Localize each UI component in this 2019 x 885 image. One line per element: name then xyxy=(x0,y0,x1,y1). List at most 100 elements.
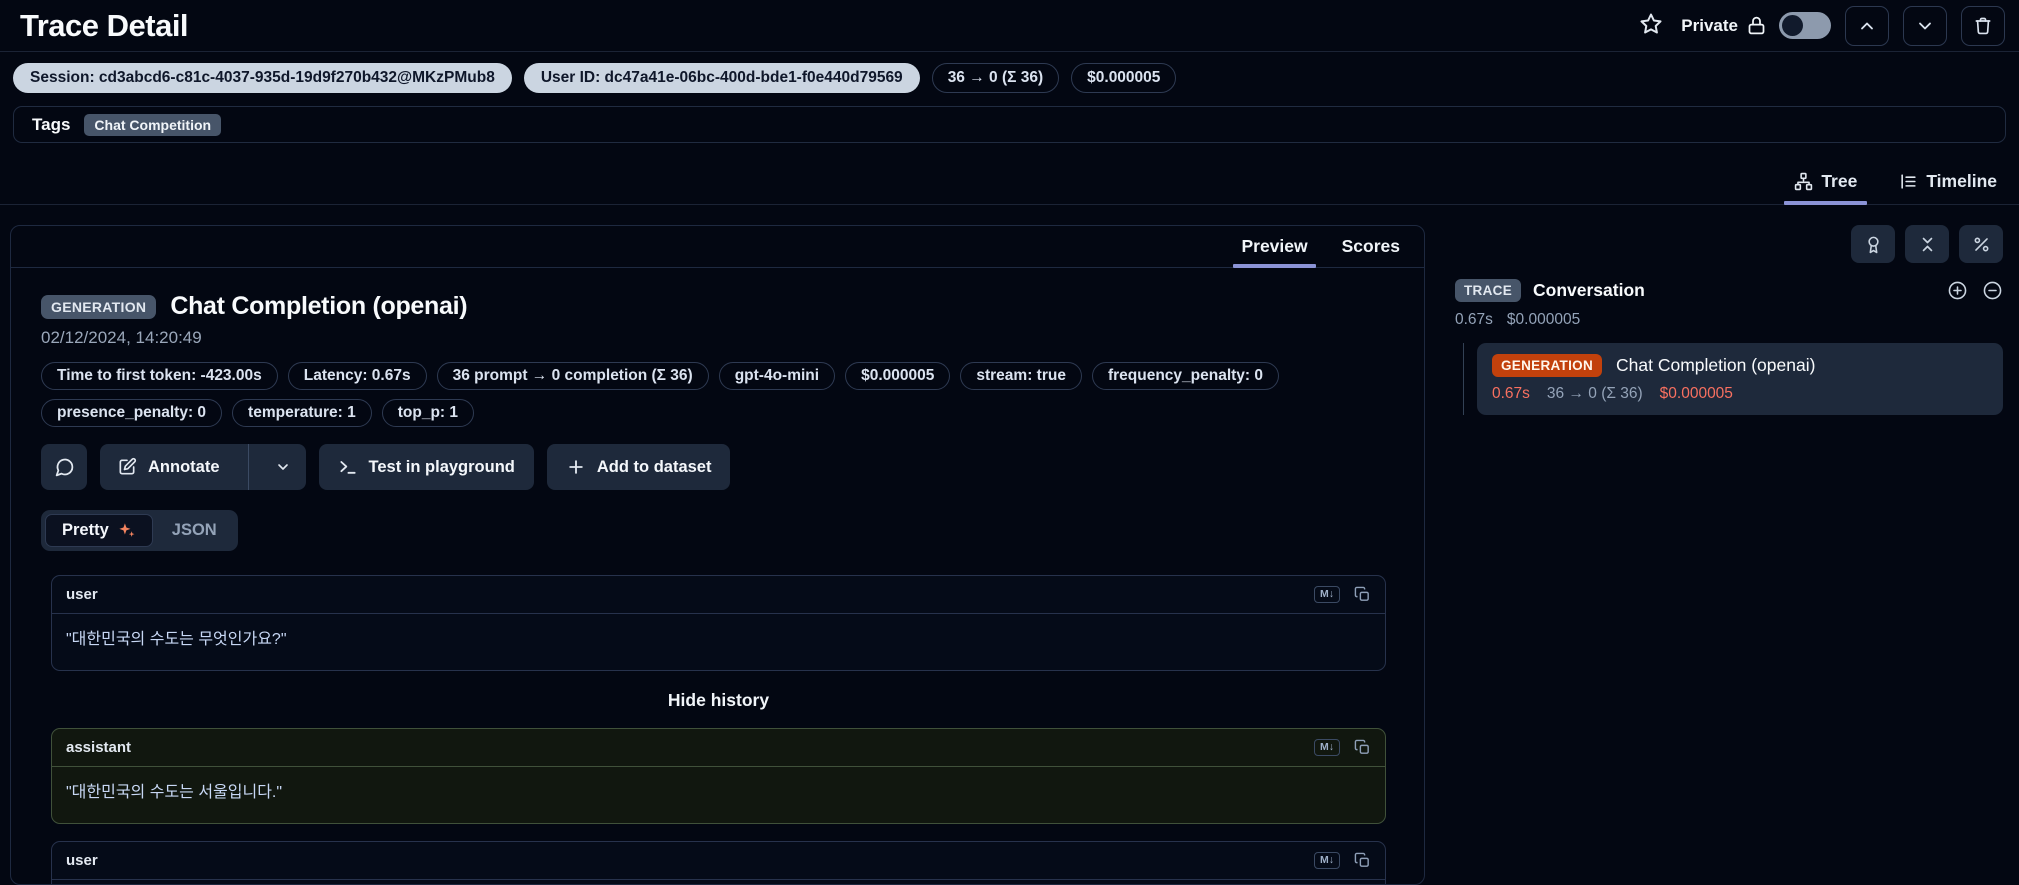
annotate-label: Annotate xyxy=(148,457,220,476)
annotate-button[interactable]: Annotate xyxy=(100,444,306,490)
message-header: user M↓ xyxy=(52,842,1385,880)
tab-tree-label: Tree xyxy=(1821,171,1858,191)
edit-pen-icon xyxy=(117,457,137,477)
tree-children: GENERATION Chat Completion (openai) 0.67… xyxy=(1463,343,2003,415)
token-summary-badge: 36 → 0 (Σ 36) xyxy=(931,63,1060,93)
copy-icon[interactable] xyxy=(1354,739,1371,756)
session-badge[interactable]: Session: cd3abcd6-c81c-4037-935d-19d9f27… xyxy=(13,63,512,93)
generation-tree-item[interactable]: GENERATION Chat Completion (openai) 0.67… xyxy=(1477,343,2003,415)
annotate-main[interactable]: Annotate xyxy=(100,444,237,490)
generation-item-metrics: 0.67s 36 → 0 (Σ 36) $0.000005 xyxy=(1492,385,1988,403)
scores-toggle-button[interactable] xyxy=(1851,225,1895,263)
test-in-playground-button[interactable]: Test in playground xyxy=(318,444,534,490)
minus-circle-icon[interactable] xyxy=(1982,280,2003,301)
stat-pill: gpt-4o-mini xyxy=(718,362,836,390)
format-toggle: Pretty JSON xyxy=(41,510,238,551)
stat-pill: $0.000005 xyxy=(845,362,951,390)
trace-metrics: 0.67s $0.000005 xyxy=(1455,311,2003,329)
chevron-up-icon xyxy=(1857,16,1877,36)
message-content: "대한민국의 수도는 서울입니다." xyxy=(66,784,283,801)
trace-row-actions xyxy=(1947,280,2003,301)
trace-latency: 0.67s xyxy=(1455,311,1493,328)
percent-icon xyxy=(1972,235,1991,254)
chevron-down-icon xyxy=(1915,16,1935,36)
chevron-down-icon xyxy=(275,459,291,475)
generation-item-title: Chat Completion (openai) xyxy=(1616,355,1816,375)
format-json-label: JSON xyxy=(171,521,217,539)
message-header: assistant M↓ xyxy=(52,729,1385,767)
user-id-badge[interactable]: User ID: dc47a41e-06bc-400d-bde1-f0e440d… xyxy=(523,63,920,93)
view-tabs: Tree Timeline xyxy=(0,157,2019,205)
copy-icon[interactable] xyxy=(1354,852,1371,869)
stat-pills: Time to first token: -423.00s Latency: 0.… xyxy=(41,362,1396,427)
tree-icon xyxy=(1794,172,1813,191)
terminal-icon xyxy=(338,457,358,477)
award-icon xyxy=(1864,235,1883,254)
tree-toolbar xyxy=(1455,225,2003,263)
annotate-dropdown[interactable] xyxy=(260,444,306,490)
prev-trace-button[interactable] xyxy=(1845,5,1889,46)
format-pretty[interactable]: Pretty xyxy=(45,514,153,547)
stat-pill: stream: true xyxy=(960,362,1082,390)
action-buttons-row: Annotate Test in playground Add to datas… xyxy=(41,444,1396,490)
copy-icon[interactable] xyxy=(1354,586,1371,603)
message-tools: M↓ xyxy=(1314,852,1371,869)
tag-badge[interactable]: Chat Competition xyxy=(84,113,222,136)
trace-badge: TRACE xyxy=(1455,279,1521,302)
test-in-playground-label: Test in playground xyxy=(368,457,515,476)
message-tools: M↓ xyxy=(1314,739,1371,756)
collapse-all-button[interactable] xyxy=(1905,225,1949,263)
toggle-knob xyxy=(1782,15,1803,36)
stat-pill: presence_penalty: 0 xyxy=(41,399,223,427)
message-content: "감사합니다 " xyxy=(52,880,1385,884)
plus-circle-icon[interactable] xyxy=(1947,280,1968,301)
trace-title: Conversation xyxy=(1533,280,1645,300)
tab-preview[interactable]: Preview xyxy=(1233,234,1316,268)
generation-latency: 0.67s xyxy=(1492,385,1530,402)
add-to-dataset-label: Add to dataset xyxy=(596,457,712,476)
format-json[interactable]: JSON xyxy=(155,514,234,547)
tab-timeline-label: Timeline xyxy=(1926,171,1997,191)
observation-body: GENERATION Chat Completion (openai) 02/1… xyxy=(11,268,1424,884)
tags-row[interactable]: Tags Chat Competition xyxy=(13,106,2006,143)
tab-scores[interactable]: Scores xyxy=(1338,234,1404,267)
stat-pill: Latency: 0.67s xyxy=(287,362,427,390)
message-content: "대한민국의 수도는 무엇인가요?" xyxy=(66,631,287,648)
observation-header: GENERATION Chat Completion (openai) xyxy=(41,292,1396,321)
trace-cost-badge: $0.000005 xyxy=(1071,63,1177,93)
sparkles-icon xyxy=(117,521,136,540)
markdown-icon[interactable]: M↓ xyxy=(1314,739,1340,756)
stat-pill: temperature: 1 xyxy=(232,399,372,427)
trash-icon xyxy=(1973,16,1993,36)
tab-tree[interactable]: Tree xyxy=(1784,167,1868,205)
generation-badge: GENERATION xyxy=(1492,354,1603,377)
markdown-icon[interactable]: M↓ xyxy=(1314,852,1340,869)
tab-timeline[interactable]: Timeline xyxy=(1895,167,2001,204)
timeline-icon xyxy=(1899,172,1918,191)
tags-label: Tags xyxy=(32,114,71,134)
delete-trace-button[interactable] xyxy=(1961,5,2005,46)
id-badges-row: Session: cd3abcd6-c81c-4037-935d-19d9f27… xyxy=(0,52,2019,104)
public-toggle[interactable] xyxy=(1779,12,1831,39)
lock-icon xyxy=(1746,15,1767,36)
message-role: assistant xyxy=(66,739,132,756)
trace-tree-panel: TRACE Conversation 0.67s $0.000005 GENER… xyxy=(1455,225,2007,415)
message-user-1: user M↓ "대한민국의 수도는 무엇인가요?" xyxy=(51,575,1386,671)
hide-history-toggle[interactable]: Hide history xyxy=(51,671,1386,728)
message-tools: M↓ xyxy=(1314,586,1371,603)
add-to-dataset-button[interactable]: Add to dataset xyxy=(546,444,731,490)
top-bar-actions: Private xyxy=(1635,5,2005,46)
privacy-control[interactable]: Private xyxy=(1681,12,1831,39)
privacy-label: Private xyxy=(1681,15,1738,35)
next-trace-button[interactable] xyxy=(1903,5,1947,46)
comment-icon xyxy=(54,457,75,478)
trace-root-row[interactable]: TRACE Conversation xyxy=(1455,279,2003,302)
star-icon xyxy=(1639,12,1663,36)
metrics-toggle-button[interactable] xyxy=(1959,225,2003,263)
bookmark-button[interactable] xyxy=(1635,8,1667,43)
top-bar: Trace Detail Private xyxy=(0,0,2019,52)
comment-button[interactable] xyxy=(41,444,87,490)
markdown-icon[interactable]: M↓ xyxy=(1314,586,1340,603)
observation-timestamp: 02/12/2024, 14:20:49 xyxy=(41,328,202,347)
stat-pill: top_p: 1 xyxy=(381,399,475,427)
